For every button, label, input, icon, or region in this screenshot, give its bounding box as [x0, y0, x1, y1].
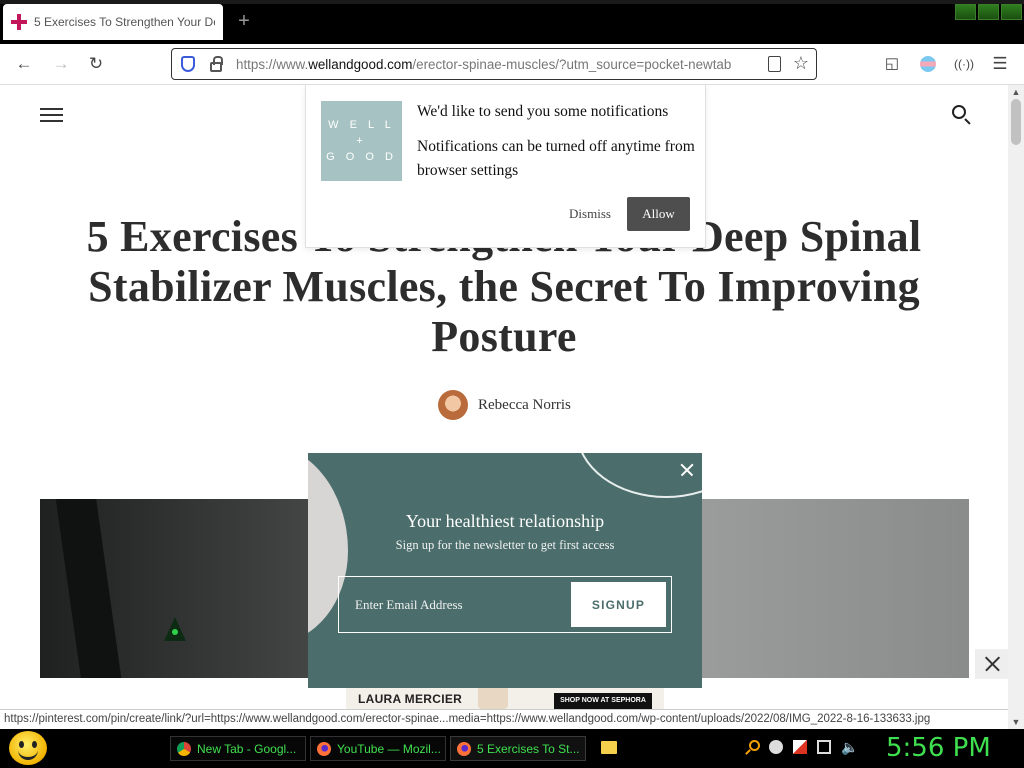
reader-view-icon[interactable] — [768, 56, 781, 72]
ad-close-icon[interactable] — [975, 649, 1008, 679]
ad-brand: LAURA MERCIER — [358, 692, 463, 706]
email-input[interactable] — [347, 581, 567, 628]
start-button-smiley-icon[interactable] — [9, 731, 47, 765]
action-center-flag-icon[interactable] — [793, 740, 807, 754]
bookmark-star-icon[interactable]: ☆ — [793, 53, 809, 73]
url-path: /erector-spinae-muscles/?utm_source=pock… — [412, 56, 732, 72]
lock-icon[interactable] — [210, 55, 223, 72]
notification-title: We'd like to send you some notifications — [417, 103, 669, 120]
author-avatar[interactable] — [438, 390, 468, 420]
allow-button[interactable]: Allow — [627, 197, 690, 231]
close-window-button[interactable] — [1001, 4, 1022, 20]
task-label: 5 Exercises To St... — [477, 741, 580, 756]
site-search-icon[interactable] — [952, 105, 966, 119]
status-tray-icon[interactable] — [769, 740, 783, 754]
os-taskbar: New Tab - Googl... YouTube — Mozil... 5 … — [0, 729, 1024, 768]
url-domain: wellandgood.com — [308, 56, 413, 72]
tab-active[interactable]: 5 Exercises To Strengthen Your Deep Spin… — [3, 4, 223, 40]
volume-icon[interactable]: 🔈 — [841, 740, 858, 754]
newsletter-form: SIGNUP — [338, 576, 672, 633]
firefox-icon — [317, 741, 331, 756]
page-scrollbar[interactable]: ▲ ▼ — [1008, 85, 1024, 729]
site-menu-icon[interactable] — [40, 108, 63, 122]
cursor-triangle-icon — [164, 617, 186, 641]
link-status-bar: https://pinterest.com/pin/create/link/?u… — [0, 709, 1008, 729]
scrollbar-thumb[interactable] — [1011, 99, 1021, 145]
newsletter-heading: Your healthiest relationship — [405, 511, 605, 531]
scroll-down-arrow-icon[interactable]: ▼ — [1011, 717, 1021, 727]
search-tray-icon[interactable] — [749, 740, 760, 751]
new-tab-button[interactable]: + — [233, 10, 255, 32]
profile-avatar-icon[interactable] — [916, 52, 940, 76]
network-icon[interactable] — [817, 740, 831, 754]
taskbar-item-exercises[interactable]: 5 Exercises To St... — [450, 736, 586, 761]
forward-arrow-icon[interactable]: → — [49, 52, 73, 76]
maximize-button[interactable] — [978, 4, 999, 20]
dismiss-button[interactable]: Dismiss — [562, 197, 618, 231]
menu-hamburger-icon[interactable]: ☰ — [988, 52, 1012, 76]
ad-product-image — [478, 686, 508, 709]
taskbar-item-youtube[interactable]: YouTube — Mozil... — [310, 736, 446, 761]
well-good-logo: W E L L + G O O D — [321, 101, 402, 181]
signup-button[interactable]: SIGNUP — [571, 582, 666, 627]
tab-title: 5 Exercises To Strengthen Your Deep Spin… — [34, 15, 215, 29]
wellandgood-favicon-icon — [11, 14, 27, 30]
extension-radio-icon[interactable]: ((·)) — [952, 52, 976, 76]
task-label: YouTube — Mozil... — [337, 741, 441, 756]
author-byline[interactable]: Rebecca Norris — [438, 390, 571, 420]
folder-icon[interactable] — [601, 741, 617, 754]
task-label: New Tab - Googl... — [197, 741, 297, 756]
notification-body: Notifications can be turned off anytime … — [417, 138, 695, 179]
web-page: 5 Exercises To Strengthen Your Deep Spin… — [0, 85, 1008, 709]
navigation-toolbar: ← → ↻ https://www.wellandgood.com/erecto… — [0, 44, 1024, 85]
taskbar-clock[interactable]: 5:56 PM — [886, 733, 991, 763]
hero-image-shadow — [53, 499, 127, 678]
chrome-icon — [177, 741, 191, 756]
reload-icon[interactable]: ↻ — [84, 52, 108, 76]
scroll-up-arrow-icon[interactable]: ▲ — [1011, 87, 1021, 97]
taskbar-item-new-tab[interactable]: New Tab - Googl... — [170, 736, 306, 761]
ad-banner[interactable]: LAURA MERCIER SHOP NOW AT SEPHORA — [346, 686, 664, 709]
window-controls — [955, 4, 1022, 20]
status-url: https://pinterest.com/pin/create/link/?u… — [4, 713, 931, 725]
back-arrow-icon[interactable]: ← — [12, 52, 36, 76]
newsletter-modal: Your healthiest relationship Sign up for… — [308, 453, 702, 688]
pocket-icon[interactable]: ◱ — [880, 52, 904, 76]
tab-strip: 5 Exercises To Strengthen Your Deep Spin… — [0, 0, 1024, 44]
url-prefix: https://www. — [236, 56, 309, 72]
notification-permission-popup: W E L L + G O O D We'd like to send you so… — [305, 85, 706, 248]
ad-cta[interactable]: SHOP NOW AT SEPHORA — [554, 693, 652, 709]
minimize-button[interactable] — [955, 4, 976, 20]
tracking-protection-shield-icon[interactable] — [181, 56, 195, 72]
firefox-icon — [457, 741, 471, 756]
newsletter-subheading: Sign up for the newsletter to get first … — [395, 538, 615, 552]
newsletter-close-icon[interactable] — [680, 463, 694, 477]
url-text[interactable]: https://www.wellandgood.com/erector-spin… — [236, 57, 754, 72]
author-name[interactable]: Rebecca Norris — [478, 397, 571, 414]
address-bar[interactable]: https://www.wellandgood.com/erector-spin… — [171, 48, 817, 80]
